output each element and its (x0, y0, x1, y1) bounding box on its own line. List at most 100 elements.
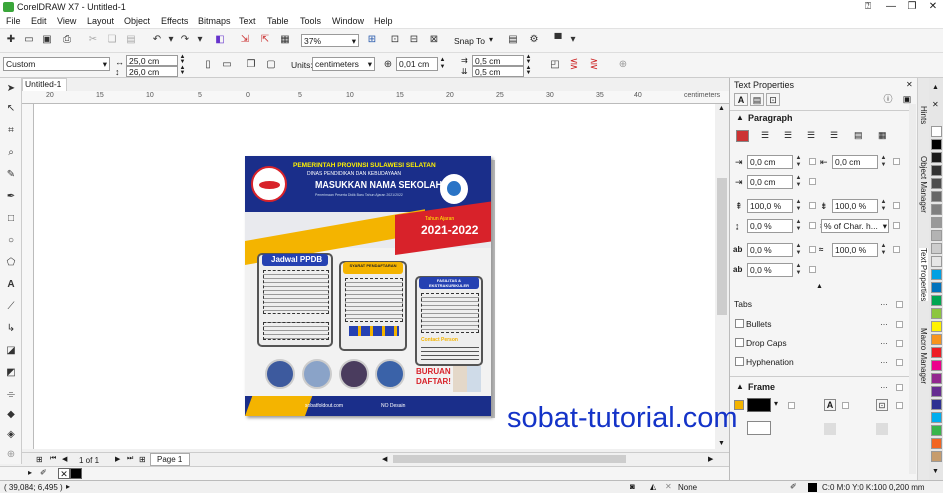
close-button[interactable]: ✕ (922, 0, 943, 13)
export-icon[interactable]: ⇱ (258, 33, 272, 47)
char-spacing-field[interactable]: 0,0 % (747, 243, 793, 257)
left-indent-spinner[interactable]: ▲ ▼ (879, 155, 888, 169)
undo-icon[interactable]: ↶ (150, 33, 164, 47)
lock-icon[interactable] (896, 301, 903, 308)
horizontal-ruler[interactable]: 20 15 10 5 0 5 10 15 20 25 30 35 40 cent… (22, 91, 729, 104)
align-justify-icon[interactable]: ☰ (830, 130, 838, 141)
outline-pen-icon[interactable]: ✐ (790, 482, 797, 491)
docker-close-icon[interactable]: ✕ (906, 80, 913, 89)
docker-tab-text-properties[interactable]: Text Properties (919, 248, 928, 302)
first-line-indent-field[interactable]: 0,0 cm (747, 155, 793, 169)
palette-swatch[interactable] (931, 230, 942, 241)
units-select[interactable]: centimeters ▾ (312, 57, 375, 71)
last-page-icon[interactable]: ⏭ (127, 455, 133, 463)
scroll-left-icon[interactable]: ◀ (382, 455, 387, 463)
duplicate-y-field[interactable]: 0,5 cm (472, 66, 524, 77)
show-guidelines-icon[interactable]: ⊠ (427, 33, 441, 47)
lock-icon[interactable] (893, 222, 900, 229)
no-color-swatch[interactable]: ✕ (58, 468, 70, 479)
palette-swatch[interactable] (931, 191, 942, 202)
search-content-icon[interactable]: ◧ (213, 33, 227, 47)
space-before-field[interactable]: 100,0 % (747, 199, 793, 213)
palette-swatch[interactable] (931, 360, 942, 371)
drop-shadow-icon[interactable]: ◪ (4, 344, 18, 358)
text-tool-icon[interactable]: A (4, 278, 18, 292)
full-screen-preview-icon[interactable]: ⊞ (365, 33, 379, 47)
palette-swatch[interactable] (931, 321, 942, 332)
columns-field[interactable] (747, 421, 771, 435)
align-left-icon[interactable]: ☰ (761, 130, 769, 141)
bullets-more-icon[interactable]: … (880, 318, 888, 327)
document-tab[interactable]: Untitled-1 (22, 78, 67, 91)
bullets-checkbox[interactable] (735, 319, 744, 328)
right-indent-field[interactable]: 0,0 cm (747, 175, 793, 189)
copy-icon[interactable]: ❏ (105, 33, 119, 47)
line-spacing-spinner[interactable]: ▲ ▼ (794, 219, 803, 233)
first-page-icon[interactable]: ⏮ (50, 455, 56, 463)
lock-icon[interactable] (896, 321, 903, 328)
lock-icon[interactable] (896, 359, 903, 366)
print-icon[interactable]: ⎙ (60, 33, 74, 47)
menu-view[interactable]: View (57, 16, 76, 26)
text-frame-icon[interactable]: A (824, 399, 836, 411)
lock-icon[interactable] (896, 402, 903, 409)
palette-swatch[interactable] (931, 256, 942, 267)
lock-icon[interactable] (809, 158, 816, 165)
snap-to-dropdown[interactable]: Snap To (454, 36, 485, 46)
paragraph-collapse-icon[interactable]: ▲ (736, 113, 744, 122)
palette-swatch[interactable] (931, 282, 942, 293)
space-after-field[interactable]: 100,0 % (832, 199, 878, 213)
palette-swatch[interactable] (931, 425, 942, 436)
palette-no-color[interactable]: ✕ (932, 100, 940, 120)
page-height-field[interactable]: 26,0 cm (126, 66, 178, 77)
palette-swatch[interactable] (931, 451, 942, 462)
palette-swatch[interactable] (931, 139, 942, 150)
smart-fill-icon[interactable]: ◈ (4, 428, 18, 442)
docker-tab-object-manager[interactable]: Object Manager (919, 156, 928, 213)
lock-icon[interactable] (842, 402, 849, 409)
horizontal-scroll-thumb[interactable] (393, 455, 626, 463)
page-preset-select[interactable]: Custom ▾ (3, 57, 110, 71)
menu-effects[interactable]: Effects (161, 16, 188, 26)
lock-icon[interactable] (893, 158, 900, 165)
nudge-distance-field[interactable]: 0,01 cm (396, 57, 438, 71)
draw-objects-icon[interactable]: ⋚ (567, 58, 581, 72)
paragraph-expand-icon[interactable]: ▲ (816, 283, 823, 290)
duplicate-x-field[interactable]: 0,5 cm (472, 55, 524, 66)
lock-icon[interactable] (809, 178, 816, 185)
first-line-indent-spinner[interactable]: ▲ ▼ (794, 155, 803, 169)
menu-bitmaps[interactable]: Bitmaps (198, 16, 231, 26)
palette-swatch[interactable] (931, 152, 942, 163)
palette-swatch[interactable] (931, 399, 942, 410)
no-alignment-icon[interactable] (736, 130, 749, 142)
align-more-icon[interactable]: ▦ (878, 130, 887, 141)
nudge-spinner[interactable]: ▲ ▼ (438, 57, 447, 71)
artistic-media-icon[interactable]: ✒ (4, 190, 18, 204)
scroll-up-icon[interactable]: ▲ (718, 105, 725, 112)
redo-dropdown-icon[interactable]: ▾ (193, 33, 207, 47)
line-spacing-field[interactable]: 0,0 % (747, 219, 793, 233)
black-swatch[interactable] (70, 468, 82, 479)
docker-info-icon[interactable]: ⓘ (881, 93, 895, 106)
duplicate-y-spinner[interactable]: ▲ ▼ (524, 65, 533, 77)
treat-as-filled-icon[interactable]: ◰ (548, 58, 562, 72)
menu-tools[interactable]: Tools (300, 16, 321, 26)
space-before-spinner[interactable]: ▲ ▼ (794, 199, 803, 213)
docker-tab-macro-manager[interactable]: Macro Manager (919, 328, 928, 384)
page-options-icon[interactable]: ⊞ (36, 455, 43, 464)
right-indent-spinner[interactable]: ▲ ▼ (794, 175, 803, 189)
color-eyedropper-icon[interactable]: ✐ (40, 468, 47, 477)
snap-to-chevron-icon[interactable]: ▾ (489, 35, 493, 44)
lock-icon[interactable] (893, 246, 900, 253)
drop-caps-more-icon[interactable]: … (880, 337, 888, 346)
lock-icon[interactable] (809, 202, 816, 209)
launcher-dropdown-icon[interactable]: ▾ (566, 33, 580, 47)
color-eyedropper-icon[interactable]: ⌯ (4, 388, 18, 402)
palette-swatch[interactable] (931, 243, 942, 254)
landscape-icon[interactable]: ▭ (220, 58, 234, 72)
next-page-icon[interactable]: ▶ (115, 455, 120, 463)
menu-help[interactable]: Help (374, 16, 393, 26)
hyphenation-checkbox[interactable] (735, 357, 744, 366)
menu-edit[interactable]: Edit (31, 16, 47, 26)
frame-options-icon[interactable]: ⊡ (876, 399, 888, 411)
